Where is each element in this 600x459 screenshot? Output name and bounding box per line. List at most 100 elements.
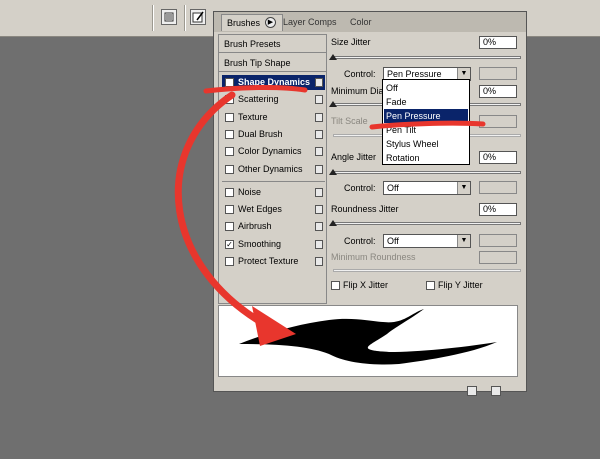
lock-icon[interactable] [315,187,323,197]
brush-stroke [239,309,497,365]
roundness-jitter-slider-thumb[interactable] [329,220,337,226]
lock-icon[interactable] [315,129,323,139]
lock-icon[interactable] [315,112,323,122]
roundness-control-select[interactable]: Off ▼ [383,234,471,248]
size-jitter-slider-thumb[interactable] [329,54,337,60]
brush-option-item[interactable]: ✓ Smoothing [222,237,325,252]
tab-label: Brushes [227,18,261,28]
brush-stroke-preview [218,305,518,377]
brush-option-item[interactable]: Scattering [222,92,325,107]
brush-option-item[interactable]: Dual Brush [222,127,325,142]
minimum-diameter-input[interactable]: 0% [479,85,517,98]
new-preset-icon[interactable] [467,386,477,396]
minimum-roundness-label: Minimum Roundness [331,252,416,262]
brush-option-item[interactable]: Protect Texture [222,254,325,269]
dropdown-option[interactable]: Rotation [384,151,468,165]
dropdown-option[interactable]: Pen Pressure [384,109,468,123]
dropdown-option[interactable]: Stylus Wheel [384,137,468,151]
brush-tip-shape-header[interactable]: Brush Tip Shape [219,54,326,72]
brush-option-label: Scattering [238,94,279,105]
angle-control-select[interactable]: Off ▼ [383,181,471,195]
minimum-roundness-input [479,251,517,264]
chevron-down-icon[interactable]: ▼ [457,182,470,194]
toolbar-separator [152,5,154,31]
list-separator [222,180,325,182]
size-control-label: Control: [344,69,376,79]
lock-icon[interactable] [315,239,323,249]
angle-control-value: Off [387,183,399,193]
brush-option-item[interactable]: Airbrush [222,219,325,234]
brush-option-label: Protect Texture [238,256,299,266]
lock-icon[interactable] [315,147,323,157]
brush-option-label: Smoothing [238,238,282,249]
roundness-jitter-slider[interactable] [333,222,521,225]
dropdown-option[interactable]: Off [384,81,468,95]
dropdown-option[interactable]: Fade [384,95,468,109]
brush-option-checkbox[interactable] [225,164,234,174]
flip-x-jitter-checkbox[interactable] [331,281,340,290]
lock-icon[interactable] [315,164,323,174]
angle-jitter-input[interactable]: 0% [479,151,517,164]
brush-option-checkbox[interactable] [225,187,234,197]
flip-x-jitter-label: Flip X Jitter [343,280,389,290]
angle-jitter-slider[interactable] [333,171,521,174]
tab-label: Color [350,17,372,27]
roundness-jitter-input[interactable]: 0% [479,203,517,216]
minimum-diameter-label: Minimum Dia [331,86,384,96]
brush-option-label: Shape Dynamics [238,77,311,87]
brush-option-checkbox[interactable] [225,147,234,157]
lock-icon[interactable] [315,257,323,266]
size-jitter-input[interactable]: 0% [479,36,517,49]
flip-y-jitter-checkbox[interactable] [426,281,435,290]
brush-option-item[interactable]: Other Dynamics [222,162,325,177]
dropdown-option[interactable]: Pen Tilt [384,123,468,137]
brush-option-checkbox[interactable] [225,222,234,232]
minimum-roundness-slider [333,269,521,272]
lock-icon[interactable] [315,222,323,232]
lock-icon[interactable] [315,205,323,215]
brush-options-list: Brush Presets Brush Tip Shape ✓ Shape Dyn… [218,34,327,304]
menu-arrow-glyph: ▶ [267,19,274,26]
size-jitter-slider[interactable] [333,56,521,59]
lock-icon[interactable] [315,78,323,87]
tilt-scale-label: Tilt Scale [331,116,368,126]
tab-layer-comps[interactable]: Layer Comps [278,14,342,31]
brush-option-label: Noise [238,186,262,197]
brush-option-checkbox[interactable] [225,257,234,266]
brush-option-item[interactable]: Texture [222,110,325,125]
lock-icon[interactable] [315,95,323,105]
brush-option-label: Other Dynamics [238,163,303,174]
control-dropdown-list: Off Fade Pen Pressure Pen Tilt Stylus Wheel R… [382,79,470,165]
angle-control-fade-steps [479,181,517,194]
brush-option-checkbox[interactable]: ✓ [225,239,234,249]
size-control-value: Pen Pressure [387,69,442,79]
roundness-jitter-label: Roundness Jitter [331,204,399,214]
brushes-palette-toggle-icon[interactable] [190,9,206,25]
brush-option-checkbox[interactable]: ✓ [225,78,234,87]
brush-option-label: Dual Brush [238,128,283,139]
brush-option-checkbox[interactable] [225,112,234,122]
roundness-control-label: Control: [344,236,376,246]
minimum-diameter-slider-thumb[interactable] [329,101,337,107]
brush-option-checkbox[interactable] [225,129,234,139]
brush-option-label: Airbrush [238,221,272,232]
brush-option-item[interactable]: Color Dynamics [222,144,325,159]
size-jitter-label: Size Jitter [331,37,371,47]
brush-option-checkbox[interactable] [225,205,234,215]
angle-jitter-slider-thumb[interactable] [329,169,337,175]
palette-tabs: Brushes ▶ Layer Comps Color [214,12,526,32]
brush-option-item[interactable]: ✓ Shape Dynamics [222,75,325,90]
brush-option-item[interactable]: Noise [222,185,325,200]
trash-icon[interactable] [491,386,501,396]
brush-option-checkbox[interactable] [225,95,234,105]
palette-well-icon[interactable] [161,9,177,25]
chevron-down-icon[interactable]: ▼ [457,235,470,247]
tab-color[interactable]: Color [345,14,377,31]
tab-label: Layer Comps [283,17,337,27]
angle-jitter-label: Angle Jitter [331,152,377,162]
brush-option-item[interactable]: Wet Edges [222,202,325,217]
brush-presets-header[interactable]: Brush Presets [219,35,326,53]
angle-control-label: Control: [344,183,376,193]
tilt-scale-input [479,115,517,128]
palette-menu-icon[interactable]: ▶ [265,17,276,28]
